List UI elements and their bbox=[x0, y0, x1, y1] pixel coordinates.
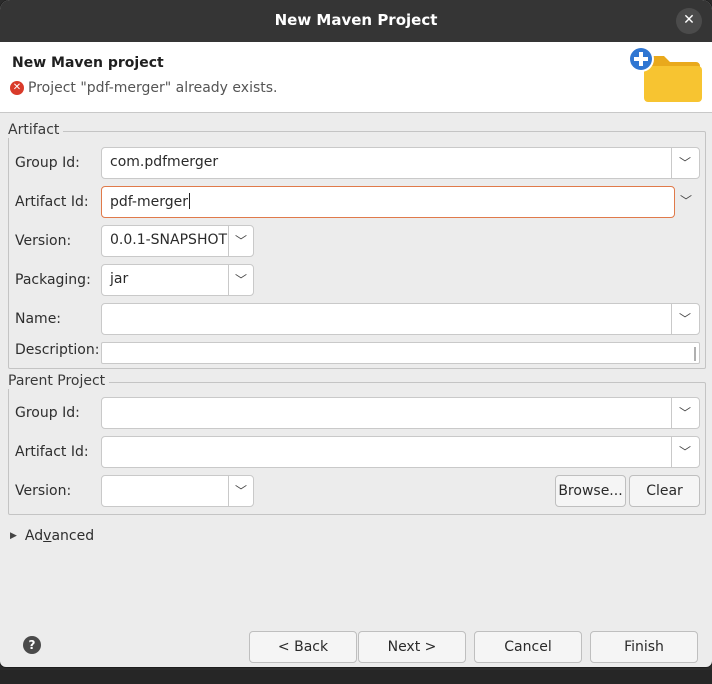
background-editor-strip bbox=[0, 670, 712, 684]
version-combo[interactable]: 0.0.1-SNAPSHOT ﹀ bbox=[101, 225, 254, 257]
combo-separator bbox=[671, 304, 672, 334]
artifact-id-label: Artifact Id: bbox=[15, 194, 89, 210]
combo-separator bbox=[671, 437, 672, 467]
chevron-down-icon[interactable]: ﹀ bbox=[676, 404, 694, 422]
description-textarea[interactable] bbox=[101, 342, 700, 364]
name-combo[interactable]: ﹀ bbox=[101, 303, 700, 335]
group-id-value: com.pdfmerger bbox=[110, 154, 219, 170]
artifact-id-text: pdf-merger bbox=[110, 193, 191, 210]
advanced-section-toggle[interactable]: ▶ Advanced bbox=[10, 528, 94, 544]
wizard-header: New Maven project ✕ Project "pdf-merger"… bbox=[0, 42, 712, 112]
chevron-down-icon[interactable]: ﹀ bbox=[676, 443, 694, 461]
clear-button[interactable]: Clear bbox=[629, 475, 700, 507]
packaging-combo[interactable]: jar ﹀ bbox=[101, 264, 254, 296]
close-icon: ✕ bbox=[683, 12, 695, 28]
packaging-label: Packaging: bbox=[15, 272, 91, 288]
version-value: 0.0.1-SNAPSHOT bbox=[110, 232, 228, 248]
chevron-down-icon[interactable]: ﹀ bbox=[232, 482, 250, 500]
parent-project-group-label: Parent Project bbox=[8, 373, 110, 389]
description-label: Description: bbox=[15, 342, 100, 358]
back-button[interactable]: < Back bbox=[249, 631, 357, 663]
advanced-label-part: Ad bbox=[24, 528, 44, 544]
dialog-title: New Maven Project bbox=[274, 11, 438, 29]
chevron-down-icon[interactable]: ﹀ bbox=[676, 310, 694, 328]
browse-button[interactable]: Browse... bbox=[555, 475, 626, 507]
combo-separator bbox=[671, 148, 672, 178]
advanced-label-part: anced bbox=[51, 528, 95, 544]
version-label: Version: bbox=[15, 233, 72, 249]
finish-button[interactable]: Finish bbox=[590, 631, 698, 663]
title-bar[interactable]: New Maven Project ✕ bbox=[0, 0, 712, 42]
chevron-down-icon[interactable]: ﹀ bbox=[676, 154, 694, 172]
cancel-button[interactable]: Cancel bbox=[474, 631, 582, 663]
parent-group-id-combo[interactable]: ﹀ bbox=[101, 397, 700, 429]
artifact-id-input[interactable]: pdf-merger bbox=[101, 186, 675, 218]
next-button[interactable]: Next > bbox=[358, 631, 466, 663]
text-cursor bbox=[189, 193, 191, 209]
wizard-page-title: New Maven project bbox=[12, 55, 164, 71]
parent-artifact-id-combo[interactable]: ﹀ bbox=[101, 436, 700, 468]
textarea-scrollbar[interactable] bbox=[694, 347, 696, 361]
combo-separator bbox=[671, 398, 672, 428]
error-message: ✕ Project "pdf-merger" already exists. bbox=[10, 80, 277, 96]
error-message-text: Project "pdf-merger" already exists. bbox=[28, 80, 278, 96]
combo-separator bbox=[228, 476, 229, 506]
header-separator bbox=[0, 112, 712, 113]
new-folder-icon bbox=[628, 46, 702, 102]
chevron-down-icon[interactable]: ﹀ bbox=[677, 192, 695, 210]
close-button[interactable]: ✕ bbox=[676, 8, 702, 34]
combo-separator bbox=[228, 265, 229, 295]
parent-artifact-id-label: Artifact Id: bbox=[15, 444, 89, 460]
artifact-id-value: pdf-merger bbox=[110, 194, 189, 210]
combo-separator bbox=[228, 226, 229, 256]
group-id-label: Group Id: bbox=[15, 155, 80, 171]
name-label: Name: bbox=[15, 311, 62, 327]
packaging-value: jar bbox=[110, 271, 129, 287]
parent-version-label: Version: bbox=[15, 483, 72, 499]
chevron-down-icon[interactable]: ﹀ bbox=[232, 271, 250, 289]
parent-version-combo[interactable]: ﹀ bbox=[101, 475, 254, 507]
parent-group-id-label: Group Id: bbox=[15, 405, 80, 421]
error-icon: ✕ bbox=[10, 81, 24, 95]
chevron-down-icon[interactable]: ﹀ bbox=[232, 232, 250, 250]
help-icon[interactable]: ? bbox=[23, 636, 41, 654]
expand-triangle-icon[interactable]: ▶ bbox=[10, 531, 17, 541]
advanced-label: Advanced bbox=[25, 528, 94, 544]
artifact-group-label: Artifact bbox=[8, 122, 64, 138]
group-id-combo[interactable]: com.pdfmerger ﹀ bbox=[101, 147, 700, 179]
new-maven-project-dialog: New Maven Project ✕ New Maven project ✕ … bbox=[0, 0, 712, 667]
